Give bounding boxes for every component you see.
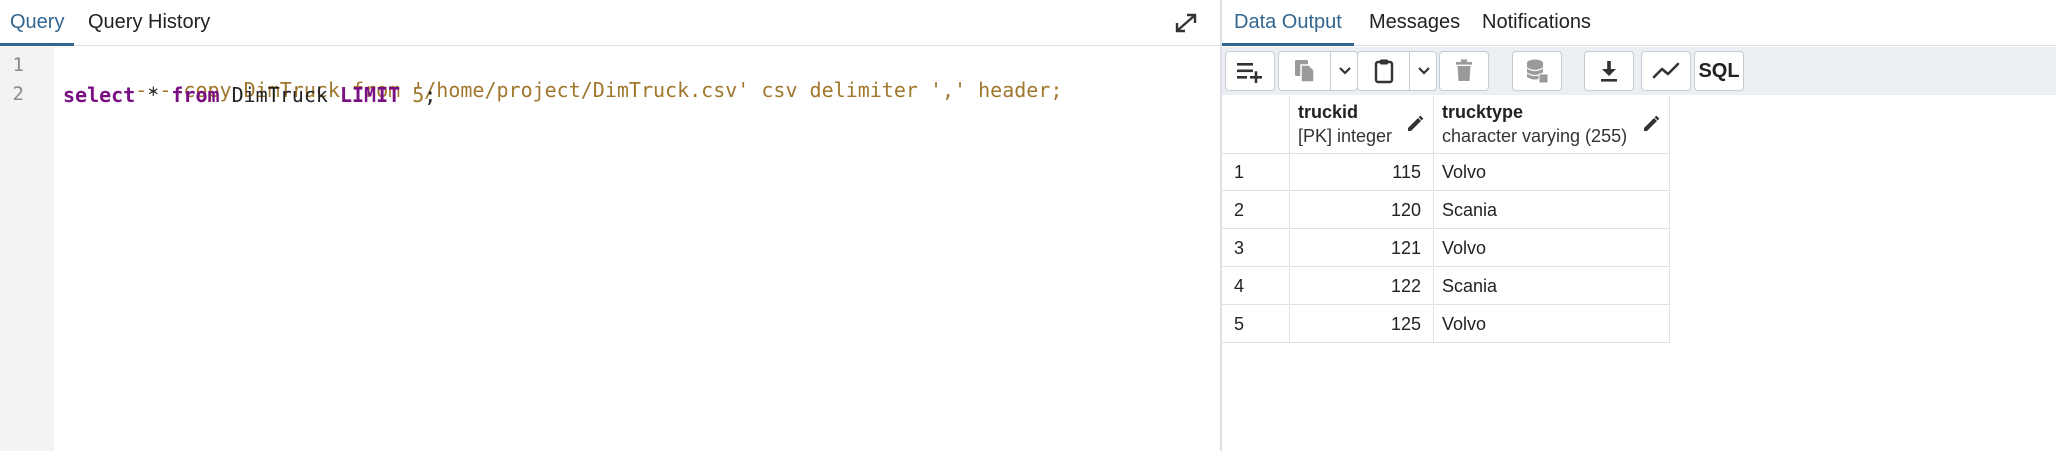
cell-trucktype[interactable]: Scania — [1434, 192, 1670, 229]
code-line-2: select * from DimTruck LIMIT 5; — [63, 83, 436, 107]
pencil-icon[interactable] — [1405, 114, 1425, 134]
tab-query[interactable]: Query — [0, 0, 75, 46]
expand-icon[interactable] — [1170, 8, 1202, 38]
sql-keyword: select — [63, 83, 136, 107]
table-row[interactable]: 1 115 Volvo — [1222, 154, 1670, 191]
cell-truckid[interactable]: 121 — [1290, 230, 1434, 267]
cell-trucktype[interactable]: Volvo — [1434, 230, 1670, 267]
row-number: 2 — [1222, 192, 1290, 229]
cell-truckid[interactable]: 125 — [1290, 306, 1434, 343]
paste-button-group — [1357, 51, 1437, 91]
row-number-header — [1222, 96, 1290, 154]
query-tabs-bar: Query Query History — [0, 0, 1220, 46]
cell-trucktype[interactable]: Scania — [1434, 268, 1670, 305]
line-number: 1 — [12, 54, 24, 76]
row-number: 5 — [1222, 306, 1290, 343]
sql-button[interactable]: SQL — [1694, 51, 1744, 91]
column-name: truckid — [1298, 102, 1359, 122]
cell-trucktype[interactable]: Volvo — [1434, 306, 1670, 343]
chevron-down-icon[interactable] — [1331, 52, 1358, 90]
cell-trucktype[interactable]: Volvo — [1434, 154, 1670, 191]
table-row[interactable]: 4 122 Scania — [1222, 268, 1670, 305]
query-panel: Query Query History 1 2 --- copy DimTruc… — [0, 0, 1220, 451]
row-number: 3 — [1222, 230, 1290, 267]
tab-messages[interactable]: Messages — [1357, 0, 1472, 46]
chevron-down-icon[interactable] — [1410, 52, 1437, 90]
line-number: 2 — [12, 83, 24, 105]
download-icon[interactable] — [1584, 51, 1634, 91]
add-row-icon[interactable] — [1225, 51, 1275, 91]
sql-keyword: LIMIT — [339, 83, 401, 107]
output-tabs-bar: Data Output Messages Notifications — [1222, 0, 2056, 46]
tab-data-output[interactable]: Data Output — [1222, 0, 1354, 46]
row-number: 1 — [1222, 154, 1290, 191]
data-output-toolbar: SQL — [1222, 47, 2056, 95]
tab-notifications[interactable]: Notifications — [1470, 0, 1603, 46]
copy-button-group — [1278, 51, 1358, 91]
tab-query-history[interactable]: Query History — [78, 0, 220, 46]
table-row[interactable]: 5 125 Volvo — [1222, 306, 1670, 343]
sql-editor[interactable]: 1 2 --- copy DimTruck from '/home/projec… — [0, 47, 1220, 451]
column-header-trucktype[interactable]: trucktype character varying (255) — [1434, 96, 1670, 154]
sql-text: * — [135, 83, 172, 107]
table-row[interactable]: 3 121 Volvo — [1222, 230, 1670, 267]
cell-truckid[interactable]: 115 — [1290, 154, 1434, 191]
delete-icon[interactable] — [1439, 51, 1489, 91]
column-header-truckid[interactable]: truckid [PK] integer — [1290, 96, 1434, 154]
column-name: trucktype — [1442, 102, 1524, 122]
column-type: [PK] integer — [1298, 126, 1393, 146]
column-type: character varying (255) — [1442, 126, 1628, 146]
row-number: 4 — [1222, 268, 1290, 305]
cell-truckid[interactable]: 122 — [1290, 268, 1434, 305]
line-number-gutter: 1 2 — [0, 47, 54, 451]
paste-icon[interactable] — [1358, 52, 1410, 90]
sql-keyword: from — [171, 83, 220, 107]
sql-table-name: DimTruck — [219, 83, 340, 107]
cell-truckid[interactable]: 120 — [1290, 192, 1434, 229]
sql-number: 5 — [412, 83, 425, 107]
sql-text: ; — [424, 83, 437, 107]
copy-icon[interactable] — [1279, 52, 1331, 90]
table-row[interactable]: 2 120 Scania — [1222, 192, 1670, 229]
database-save-icon[interactable] — [1512, 51, 1562, 91]
pencil-icon[interactable] — [1641, 114, 1661, 134]
output-panel: Data Output Messages Notifications SQL t… — [1222, 0, 2056, 451]
sql-label: SQL — [1698, 59, 1740, 82]
graph-icon[interactable] — [1641, 51, 1691, 91]
